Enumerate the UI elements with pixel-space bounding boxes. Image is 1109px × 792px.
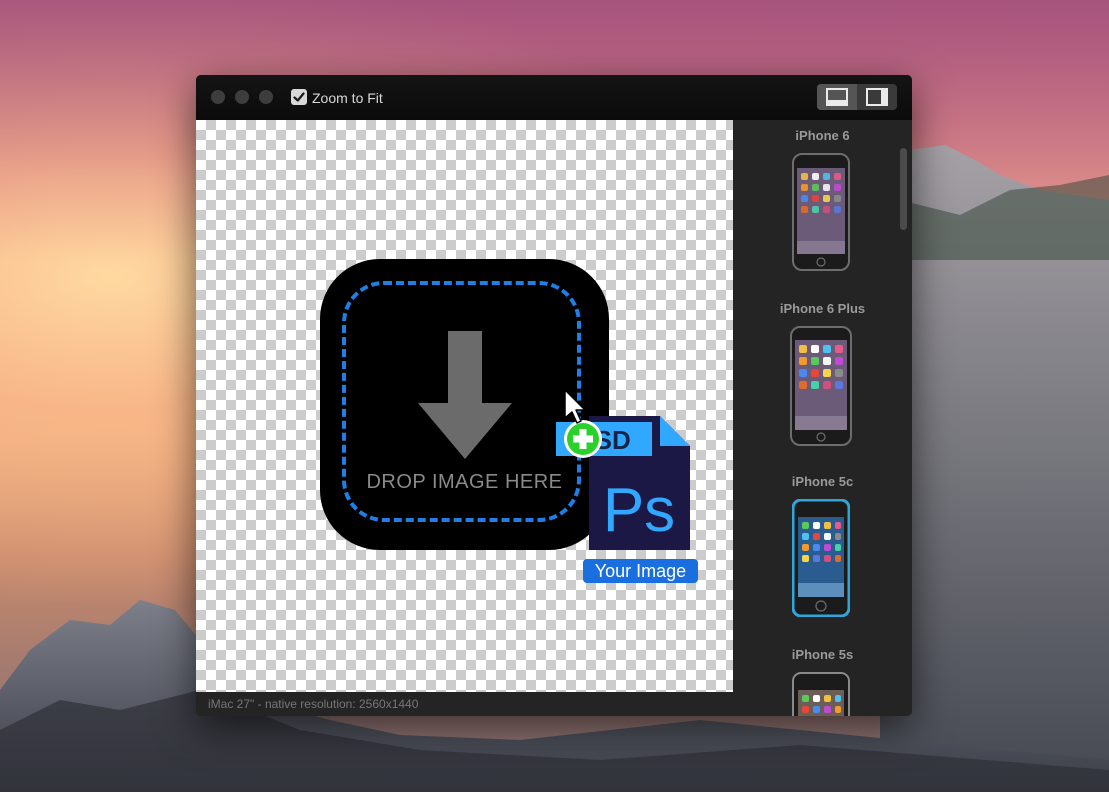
status-bar: iMac 27" - native resolution: 2560x1440 [196, 692, 733, 716]
iphone-6-thumbnail[interactable] [792, 153, 850, 271]
side-panel-view-button[interactable] [857, 84, 897, 110]
device-label[interactable]: iPhone 5c [733, 474, 912, 489]
mouse-cursor-icon [564, 389, 586, 424]
file-name-label[interactable]: Your Image [583, 559, 698, 583]
view-mode-segmented-control [817, 84, 897, 110]
layout-bottom-icon [826, 88, 848, 106]
device-label[interactable]: iPhone 6 Plus [733, 301, 912, 316]
zoom-to-fit-label[interactable]: Zoom to Fit [312, 90, 383, 106]
minimize-window-button[interactable] [235, 90, 249, 104]
sidebar-scrollbar[interactable] [900, 148, 907, 230]
close-window-button[interactable] [211, 90, 225, 104]
device-label[interactable]: iPhone 6 [733, 128, 912, 143]
title-bar[interactable]: Zoom to Fit [196, 75, 912, 120]
iphone-5s-thumbnail[interactable] [792, 672, 850, 716]
status-text: iMac 27" - native resolution: 2560x1440 [208, 697, 419, 711]
ps-logo-text: Ps [603, 476, 675, 545]
bottom-panel-view-button[interactable] [817, 84, 857, 110]
device-sidebar[interactable]: iPhone 6 iPhone 6 Plus iPhone 5c iPhone … [733, 120, 912, 716]
zoom-window-button[interactable] [259, 90, 273, 104]
zoom-to-fit-checkbox[interactable] [291, 89, 307, 105]
checkmark-icon [293, 92, 305, 102]
download-arrow-icon [418, 331, 512, 459]
device-label[interactable]: iPhone 5s [733, 647, 912, 662]
iphone-5c-thumbnail[interactable] [792, 499, 850, 617]
iphone-6-plus-thumbnail[interactable] [790, 326, 852, 446]
layout-sidebar-icon [866, 88, 888, 106]
